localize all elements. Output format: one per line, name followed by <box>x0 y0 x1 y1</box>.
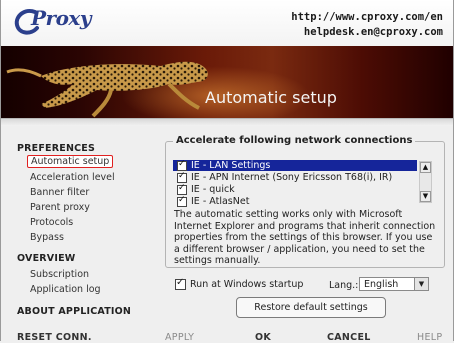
sidebar-item-automatic-setup[interactable]: Automatic setup <box>27 155 114 168</box>
header: Proxy http://www.cproxy.com/en helpdesk.… <box>1 0 453 46</box>
group-title: Accelerate following network connections <box>173 135 416 146</box>
connection-row[interactable]: IE - APN Internet (Sony Ericsson T68(i),… <box>173 171 417 183</box>
contact-info: http://www.cproxy.com/en helpdesk.en@cpr… <box>291 10 443 40</box>
email-link[interactable]: helpdesk.en@cproxy.com <box>291 25 443 40</box>
language-select[interactable]: English ▼ <box>359 277 429 291</box>
connection-label: IE - APN Internet (Sony Ericsson T68(i),… <box>191 172 393 183</box>
banner-title: Automatic setup <box>205 88 337 107</box>
overview-heading: OVERVIEW <box>17 253 76 264</box>
cproxy-window: Proxy http://www.cproxy.com/en helpdesk.… <box>0 0 454 343</box>
cheetah-image <box>6 61 208 118</box>
connection-row[interactable]: IE - AtlasNet <box>173 195 417 207</box>
website-link[interactable]: http://www.cproxy.com/en <box>291 10 443 25</box>
connection-checkbox[interactable] <box>177 195 187 207</box>
sidebar-item-acceleration-level[interactable]: Acceleration level <box>30 172 115 183</box>
cancel-button[interactable]: CANCEL <box>327 332 371 343</box>
sidebar-item-banner-filter[interactable]: Banner filter <box>30 187 89 198</box>
sidebar-item-bypass[interactable]: Bypass <box>30 232 64 243</box>
about-application-link[interactable]: ABOUT APPLICATION <box>17 306 131 317</box>
ok-button[interactable]: OK <box>255 332 271 343</box>
apply-button[interactable]: APPLY <box>165 332 194 343</box>
banner <box>1 46 453 118</box>
run-at-startup-checkbox[interactable] <box>175 277 186 290</box>
run-at-startup-label: Run at Windows startup <box>190 279 304 290</box>
language-label: Lang.: <box>329 280 359 291</box>
help-button[interactable]: HELP <box>417 332 442 343</box>
header-separator <box>1 118 453 126</box>
connections-list: IE - LAN Settings IE - APN Internet (Son… <box>173 157 435 207</box>
connections-scrollbar[interactable]: ▲ ▼ <box>419 161 432 203</box>
connection-label: IE - AtlasNet <box>191 196 250 207</box>
connection-label: IE - LAN Settings <box>191 160 271 171</box>
connection-row[interactable]: IE - quick <box>173 183 417 195</box>
sidebar-item-protocols[interactable]: Protocols <box>30 217 73 228</box>
scroll-up-arrow-icon[interactable]: ▲ <box>420 162 431 173</box>
restore-defaults-button[interactable]: Restore default settings <box>236 297 386 318</box>
sidebar-item-parent-proxy[interactable]: Parent proxy <box>30 202 90 213</box>
preferences-heading: PREFERENCES <box>17 143 96 154</box>
connection-label: IE - quick <box>191 184 235 195</box>
connection-row[interactable]: IE - LAN Settings <box>173 159 417 171</box>
scroll-down-arrow-icon[interactable]: ▼ <box>420 191 431 202</box>
sidebar-item-subscription[interactable]: Subscription <box>30 269 89 280</box>
automatic-setting-description: The automatic setting works only with Mi… <box>174 209 436 266</box>
connection-checkbox[interactable] <box>177 183 187 195</box>
language-value: English <box>364 279 399 290</box>
sidebar-item-application-log[interactable]: Application log <box>30 284 101 295</box>
chevron-down-icon[interactable]: ▼ <box>414 278 428 290</box>
connection-checkbox[interactable] <box>177 159 187 171</box>
logo-text: Proxy <box>31 6 91 30</box>
connection-checkbox[interactable] <box>177 171 187 183</box>
reset-connection-button[interactable]: RESET CONN. <box>17 332 92 343</box>
